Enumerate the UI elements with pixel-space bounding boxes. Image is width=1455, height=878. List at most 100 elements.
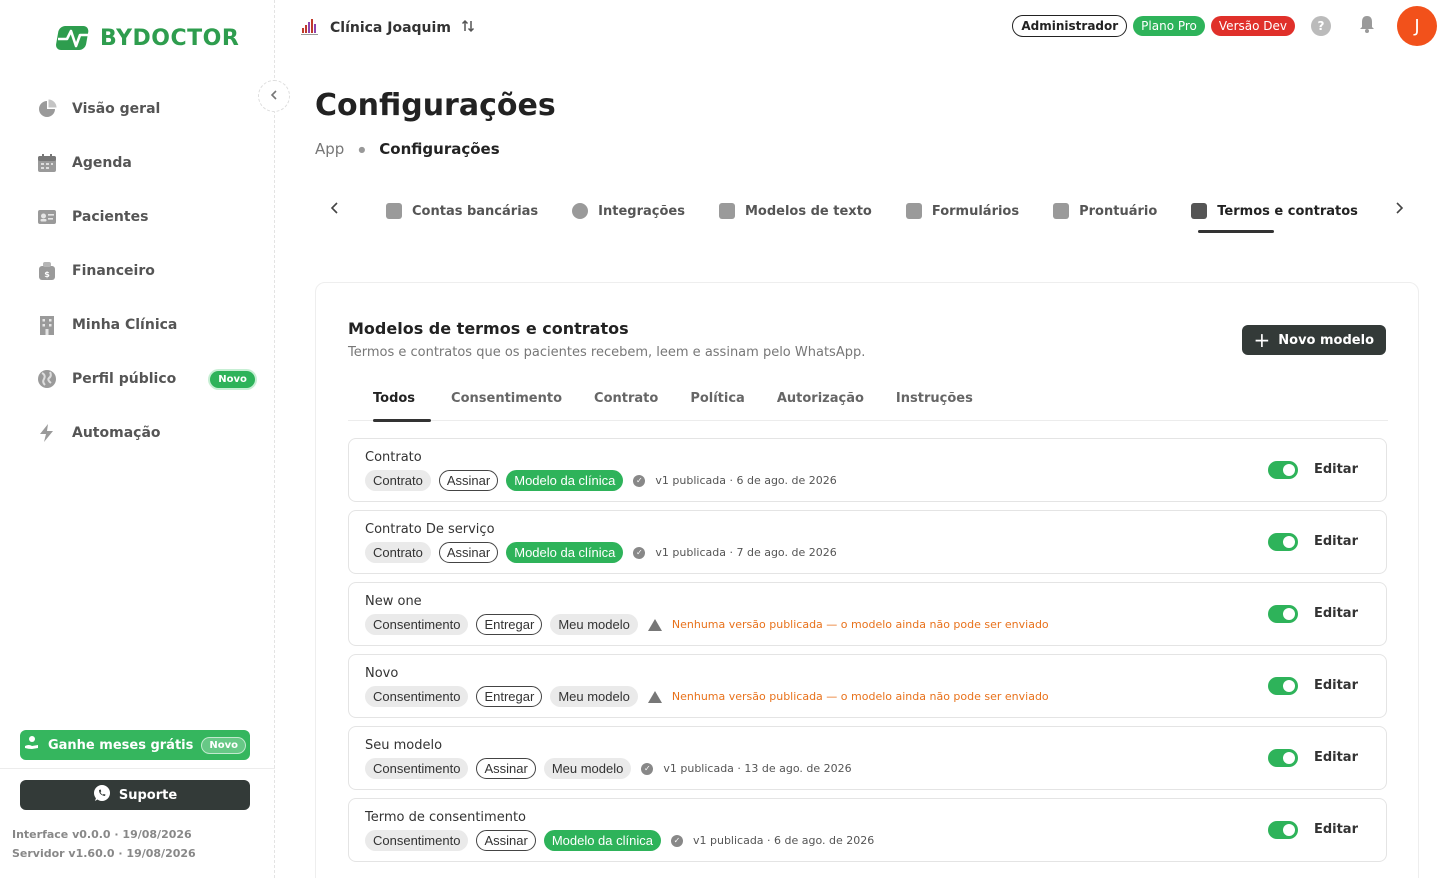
list-item[interactable]: Seu modelo Consentimento Assinar Meu modelo… (348, 726, 1387, 790)
page-title: Configurações (315, 88, 556, 123)
notifications-button[interactable] (1347, 6, 1387, 46)
model-tags: Contrato Assinar Modelo da clínica ✓ v1 publ… (365, 470, 837, 491)
plan-badge[interactable]: Plano Pro (1133, 16, 1205, 36)
warning-icon (647, 690, 662, 703)
logo-heartbeat-icon (56, 22, 94, 54)
sidebar-item-visao-geral[interactable]: Visão geral (36, 82, 256, 136)
card-title: Modelos de termos e contratos (348, 319, 629, 338)
support-button[interactable]: Suporte (20, 780, 250, 810)
sidebar-item-perfil-publico[interactable]: Perfil público Novo (36, 352, 256, 406)
user-avatar[interactable]: J (1397, 6, 1437, 46)
list-item[interactable]: Contrato Contrato Assinar Modelo da clínica… (348, 438, 1387, 502)
filter-tab-autorizacao[interactable]: Autorização (777, 389, 880, 421)
action-tag: Entregar (476, 686, 543, 707)
new-model-button[interactable]: + Novo modelo (1241, 325, 1386, 355)
sidebar-item-agenda[interactable]: Agenda (36, 136, 256, 190)
sidebar-item-minha-clinica[interactable]: Minha Clínica (36, 298, 256, 352)
status-text: v1 publicada · 6 de ago. de 2026 (655, 474, 837, 487)
sidebar-item-label: Perfil público (72, 371, 177, 387)
sidebar-item-automacao[interactable]: Automação (36, 406, 256, 460)
help-button[interactable]: ? (1301, 6, 1341, 46)
new-model-label: Novo modelo (1278, 332, 1374, 348)
breadcrumb-separator-icon: ● (358, 144, 366, 154)
list-item[interactable]: Contrato De serviço Contrato Assinar Modelo… (348, 510, 1387, 574)
sidebar-item-label: Financeiro (72, 263, 155, 279)
edit-button[interactable]: Editar (1314, 462, 1358, 477)
money-bag-icon: $ (36, 260, 58, 282)
tab-label: Integrações (598, 203, 685, 219)
sidebar-item-pacientes[interactable]: Pacientes (36, 190, 256, 244)
edit-button[interactable]: Editar (1314, 606, 1358, 621)
edit-button[interactable]: Editar (1314, 822, 1358, 837)
edit-button[interactable]: Editar (1314, 750, 1358, 765)
sidebar-divider (0, 768, 275, 769)
globe-icon (36, 368, 58, 390)
plug-icon (572, 203, 589, 219)
swap-icon (461, 19, 475, 37)
model-tags: Contrato Assinar Modelo da clínica ✓ v1 publ… (365, 542, 837, 563)
tabs-scroll-left-icon[interactable] (330, 202, 340, 218)
building-icon (36, 314, 58, 336)
filter-tab-instrucoes[interactable]: Instruções (896, 389, 989, 421)
collapse-sidebar-button[interactable] (258, 80, 290, 112)
sidebar: BYDOCTOR Visão geral Agenda Pacientes $ … (0, 0, 275, 878)
tab-contas-bancarias[interactable]: Contas bancárias (386, 196, 538, 226)
list-item[interactable]: Novo Consentimento Entregar Meu modelo Nenhu… (348, 654, 1387, 718)
clinic-switcher[interactable]: Clínica Joaquim (300, 16, 475, 40)
brand-logo[interactable]: BYDOCTOR (56, 22, 239, 54)
model-tags: Consentimento Assinar Modelo da clínica ✓ v1… (365, 830, 874, 851)
promo-label: Ganhe meses grátis (47, 737, 194, 753)
sidebar-item-financeiro[interactable]: $ Financeiro (36, 244, 256, 298)
model-name: Termo de consentimento (365, 810, 526, 825)
active-toggle[interactable] (1268, 821, 1298, 839)
filter-tab-consentimento[interactable]: Consentimento (451, 389, 578, 421)
tab-termos-e-contratos[interactable]: Termos e contratos (1191, 196, 1358, 226)
role-badge: Administrador (1012, 15, 1128, 37)
model-tags: Consentimento Entregar Meu modelo Nenhuma v… (365, 614, 1049, 635)
action-tag: Assinar (438, 470, 499, 491)
filter-tab-politica[interactable]: Política (690, 389, 761, 421)
tab-prontuario[interactable]: Prontuário (1053, 196, 1157, 226)
active-toggle[interactable] (1268, 677, 1298, 695)
new-badge: Novo (201, 736, 246, 754)
tab-integracoes[interactable]: Integrações (572, 196, 685, 226)
breadcrumb-root[interactable]: App (315, 140, 344, 158)
interface-version: Interface v0.0.0 · 19/08/2026 (12, 828, 192, 841)
status-text: v1 publicada · 13 de ago. de 2026 (663, 762, 852, 775)
filter-tab-contrato[interactable]: Contrato (594, 389, 674, 421)
tab-label: Contas bancárias (412, 203, 539, 219)
sidebar-item-label: Automação (72, 425, 161, 441)
active-toggle[interactable] (1268, 605, 1298, 623)
active-tab-indicator (1198, 230, 1274, 233)
sidebar-item-label: Agenda (72, 155, 132, 171)
active-toggle[interactable] (1268, 749, 1298, 767)
tab-modelos-de-texto[interactable]: Modelos de texto (718, 196, 872, 226)
help-icon: ? (1311, 16, 1331, 36)
clinic-name: Clínica Joaquim (330, 20, 451, 36)
bell-icon (1357, 14, 1377, 38)
header-actions: Administrador Plano Pro Versão Dev ? J (1012, 6, 1437, 46)
action-tag: Assinar (438, 542, 499, 563)
status-text: Nenhuma versão publicada — o modelo aind… (671, 690, 1049, 703)
tabs-scroll-right-icon[interactable] (1394, 202, 1404, 218)
tab-label: Modelos de texto (744, 203, 872, 219)
lightning-icon (36, 422, 58, 444)
active-toggle[interactable] (1268, 461, 1298, 479)
clinic-logo-icon (300, 16, 320, 40)
edit-button[interactable]: Editar (1314, 534, 1358, 549)
settings-tabs: Contas bancárias Integrações Modelos de … (320, 196, 1420, 236)
action-tag: Assinar (476, 830, 536, 851)
version-badge: Versão Dev (1210, 16, 1295, 36)
list-item[interactable]: New one Consentimento Entregar Meu modelo Ne… (348, 582, 1387, 646)
free-months-button[interactable]: Ganhe meses grátis Novo (20, 730, 250, 760)
owner-tag: Modelo da clínica (543, 830, 661, 851)
server-version: Servidor v1.60.0 · 19/08/2026 (12, 847, 196, 860)
model-tags: Consentimento Assinar Meu modelo ✓ v1 public… (365, 758, 852, 779)
filter-tab-todos[interactable]: Todos (348, 389, 432, 422)
owner-tag: Meu modelo (543, 758, 632, 779)
status-text: v1 publicada · 7 de ago. de 2026 (655, 546, 837, 559)
tab-formularios[interactable]: Formulários (905, 196, 1019, 226)
list-item[interactable]: Termo de consentimento Consentimento Assin… (348, 798, 1387, 862)
active-toggle[interactable] (1268, 533, 1298, 551)
edit-button[interactable]: Editar (1314, 678, 1358, 693)
